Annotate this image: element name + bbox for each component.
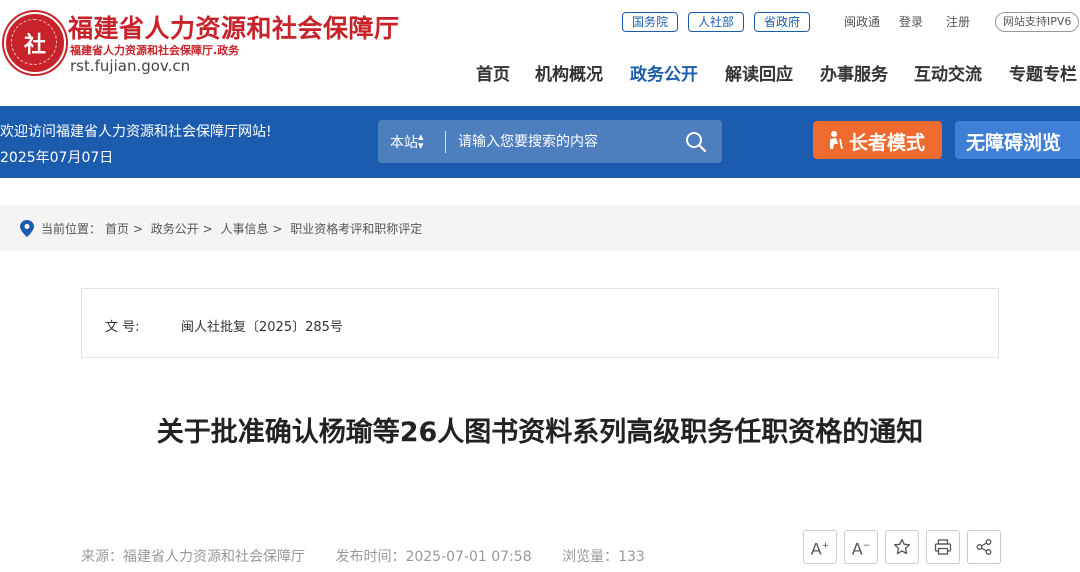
share-icon	[976, 539, 992, 555]
elder-mode-button[interactable]: 长者模式	[813, 121, 942, 159]
article-views: 浏览量：133	[562, 549, 645, 565]
font-increase-label: A	[810, 539, 822, 559]
search-divider	[445, 131, 446, 153]
article-meta: 来源：福建省人力资源和社会保障厅 发布时间：2025-07-01 07:58 浏…	[81, 546, 671, 566]
document-info-box: 文 号: 闽人社批复〔2025〕285号	[81, 288, 999, 358]
nav-item-organization[interactable]: 机构概况	[535, 60, 603, 85]
welcome-text: 欢迎访问福建省人力资源和社会保障厅网站!	[0, 124, 272, 140]
search-icon[interactable]	[684, 130, 708, 154]
scope-toggle-icon[interactable]: ▴ ▾	[418, 131, 424, 151]
shengzhengfu-link[interactable]: 省政府	[754, 12, 811, 32]
font-decrease-label: A	[851, 539, 863, 559]
article-title: 关于批准确认杨瑜等26人图书资料系列高级职务任职资格的通知	[156, 417, 924, 448]
share-button[interactable]	[967, 530, 1001, 564]
nav-item-home[interactable]: 首页	[476, 60, 510, 85]
renshebu-link[interactable]: 人社部	[688, 12, 745, 32]
breadcrumb-trail: 当前位置： 首页 > 政务公开 > 人事信息 > 职业资格考评和职称评定	[41, 220, 422, 237]
search-scope-select[interactable]: 本站	[390, 132, 418, 152]
article-source: 来源：福建省人力资源和社会保障厅	[81, 549, 305, 565]
accessible-browse-label: 无障碍浏览	[966, 132, 1062, 154]
register-link[interactable]: 注册	[946, 13, 970, 30]
site-header: 社 福建省人力资源和社会保障厅 福建省人力资源和社会保障厅.政务 rst.fuj…	[0, 0, 1080, 106]
current-date: 2025年07月07日	[0, 150, 114, 166]
favorite-button[interactable]	[885, 530, 919, 564]
breadcrumb-item-personnel[interactable]: 人事信息	[220, 222, 268, 236]
top-links: 国务院 人社部 省政府 闽政通 登录 注册 网站支持IPV6	[0, 12, 1080, 32]
elder-icon	[830, 131, 843, 150]
nav-item-interaction[interactable]: 互动交流	[914, 60, 982, 85]
star-icon	[893, 538, 911, 555]
login-link[interactable]: 登录	[899, 13, 923, 30]
doc-number-label: 文 号:	[105, 320, 140, 335]
elder-mode-label: 长者模式	[849, 132, 926, 154]
main-nav: 首页 机构概况 政务公开 解读回应 办事服务 互动交流 专题专栏	[0, 60, 1080, 85]
search-box: 本站 ▴ ▾	[378, 120, 722, 163]
nav-item-gov-affairs[interactable]: 政务公开	[630, 60, 698, 85]
breadcrumb-item-home[interactable]: 首页	[105, 222, 129, 236]
print-icon	[934, 539, 952, 555]
breadcrumb: 当前位置： 首页 > 政务公开 > 人事信息 > 职业资格考评和职称评定	[0, 205, 1080, 251]
accessible-browse-button[interactable]: 无障碍浏览	[955, 121, 1080, 159]
breadcrumb-separator: >	[272, 222, 283, 236]
article-publish-time: 发布时间：2025-07-01 07:58	[335, 549, 532, 565]
nav-item-services[interactable]: 办事服务	[820, 60, 888, 85]
breadcrumb-separator: >	[202, 222, 213, 236]
welcome-bar: 欢迎访问福建省人力资源和社会保障厅网站! 2025年07月07日 本站 ▴▾ 长…	[0, 106, 1080, 178]
breadcrumb-separator: >	[132, 222, 143, 236]
breadcrumb-item-qualification[interactable]: 职业资格考评和职称评定	[290, 222, 422, 236]
nav-item-topics[interactable]: 专题专栏	[1009, 60, 1077, 85]
location-pin-icon	[20, 220, 34, 237]
font-decrease-button[interactable]: A−	[844, 530, 878, 564]
print-button[interactable]	[926, 530, 960, 564]
search-input[interactable]	[456, 129, 680, 155]
nav-item-interpretation[interactable]: 解读回应	[725, 60, 793, 85]
breadcrumb-item-gov-affairs[interactable]: 政务公开	[151, 222, 199, 236]
doc-number-value: 闽人社批复〔2025〕285号	[181, 320, 343, 335]
font-increase-button[interactable]: A+	[803, 530, 837, 564]
site-subtitle: 福建省人力资源和社会保障厅.政务	[70, 44, 240, 57]
breadcrumb-prefix: 当前位置：	[41, 222, 102, 236]
ipv6-badge: 网站支持IPV6	[995, 12, 1080, 32]
guowuyuan-link[interactable]: 国务院	[622, 12, 679, 32]
minnantong-link[interactable]: 闽政通	[844, 13, 880, 30]
